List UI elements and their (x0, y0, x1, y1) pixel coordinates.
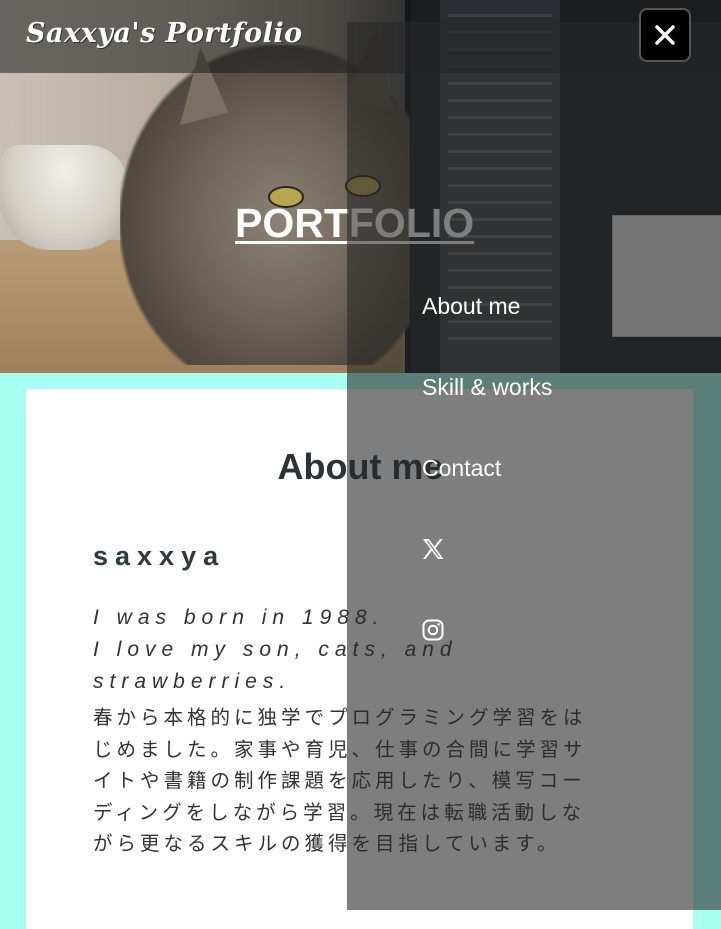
nav-overlay (347, 22, 721, 910)
site-title[interactable]: Saxxya's Portfolio (26, 18, 303, 49)
profile-name: saxxya (93, 541, 226, 571)
instagram-icon[interactable] (421, 618, 445, 642)
x-icon[interactable] (421, 537, 445, 561)
close-icon (655, 25, 675, 45)
close-menu-button[interactable] (639, 8, 691, 62)
intro-line: I was born in 1988. (93, 606, 385, 629)
nav-link-skill-works[interactable]: Skill & works (422, 374, 552, 401)
nav-link-about[interactable]: About me (422, 293, 520, 320)
nav-link-contact[interactable]: Contact (422, 455, 501, 482)
hero-cup (0, 145, 128, 250)
